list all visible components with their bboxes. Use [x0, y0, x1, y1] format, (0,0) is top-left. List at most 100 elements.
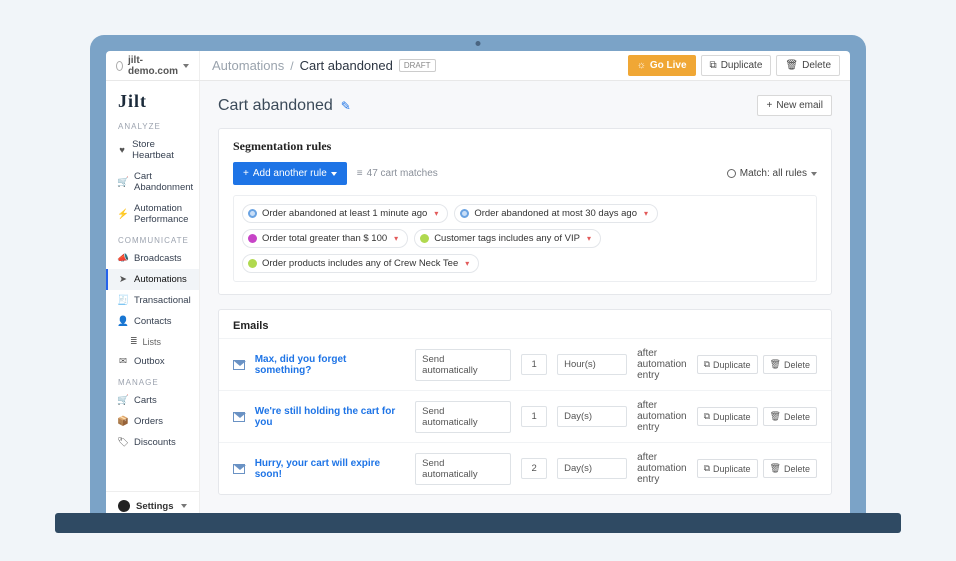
chevron-down-icon: ▾ [644, 209, 648, 218]
duplicate-button[interactable]: ⧉Duplicate [697, 459, 758, 478]
sidebar-section-communicate: COMMUNICATE [106, 230, 199, 248]
delay-unit-select[interactable]: Day(s) [557, 458, 627, 479]
copy-icon: ⧉ [704, 411, 710, 422]
segmentation-card: Segmentation rules + Add another rule ≡ [218, 128, 832, 295]
match-mode-select[interactable]: Match: all rules [727, 168, 817, 179]
delay-unit-select[interactable]: Hour(s) [557, 354, 627, 375]
delay-qty-select[interactable]: 1 [521, 406, 547, 427]
heartbeat-icon: ♥ [118, 145, 126, 155]
sidebar-item-cart-abandonment[interactable]: 🛒 Cart Abandonment [106, 166, 199, 198]
send-mode-select[interactable]: Send automatically [415, 453, 511, 485]
rule-chip[interactable]: Customer tags includes any of VIP ▾ [414, 229, 601, 248]
sidebar-item-carts[interactable]: 🛒 Carts [106, 390, 199, 411]
email-row: Max, did you forget something? Send auto… [219, 338, 831, 390]
sidebar-item-broadcasts[interactable]: 📣 Broadcasts [106, 248, 199, 269]
segmentation-header: Segmentation rules [219, 129, 831, 162]
delay-unit-select[interactable]: Day(s) [557, 406, 627, 427]
delete-button[interactable]: 🗑Delete [763, 459, 817, 478]
cart-matches: ≡ 47 cart matches [357, 168, 438, 179]
trash-icon: 🗑 [785, 60, 798, 71]
sidebar-item-automations[interactable]: ➤ Automations [106, 269, 199, 290]
sidebar-item-store-heartbeat[interactable]: ♥ Store Heartbeat [106, 134, 199, 166]
trash-icon: 🗑 [770, 359, 781, 370]
status-badge: DRAFT [399, 59, 436, 72]
sidebar-item-outbox[interactable]: ✉ Outbox [106, 351, 199, 372]
copy-icon: ⧉ [704, 359, 710, 370]
sidebar-item-automation-performance[interactable]: ⚡ Automation Performance [106, 198, 199, 230]
go-live-button[interactable]: ☼ Go Live [628, 55, 696, 76]
row-actions: ⧉Duplicate 🗑Delete [697, 459, 817, 478]
sun-icon: ☼ [637, 60, 646, 71]
plus-icon: + [243, 168, 249, 179]
delay-qty-select[interactable]: 2 [521, 458, 547, 479]
device-base [55, 513, 901, 533]
page-title: Cart abandoned ✎ [218, 97, 351, 115]
filter-icon: ≡ [357, 168, 363, 179]
gear-icon [727, 169, 736, 178]
content: Cart abandoned ✎ + New email Segmentatio… [200, 81, 850, 520]
chevron-down-icon: ▾ [394, 234, 398, 243]
page-title-row: Cart abandoned ✎ + New email [218, 95, 832, 116]
sidebar-item-lists[interactable]: ≣ Lists [106, 332, 199, 351]
chevron-down-icon [331, 172, 337, 176]
rule-dot-icon [248, 259, 257, 268]
rule-dot-icon [420, 234, 429, 243]
email-row: We're still holding the cart for you Sen… [219, 390, 831, 442]
broadcast-icon: 📣 [118, 254, 128, 264]
emails-card: Emails Max, did you forget something? Se… [218, 309, 832, 495]
avatar [118, 500, 130, 512]
chevron-down-icon: ▾ [434, 209, 438, 218]
delete-button[interactable]: 🗑 Delete [776, 55, 840, 76]
after-text: after automation entry [637, 348, 686, 381]
envelope-icon [233, 412, 245, 422]
new-email-button[interactable]: + New email [757, 95, 832, 116]
main-flex: Jilt ANALYZE ♥ Store Heartbeat 🛒 Cart Ab… [106, 81, 850, 520]
receipt-icon: 🧾 [118, 296, 128, 306]
rule-chip[interactable]: Order products includes any of Crew Neck… [242, 254, 479, 273]
chevron-down-icon: ▾ [587, 234, 591, 243]
after-text: after automation entry [637, 452, 686, 485]
send-mode-select[interactable]: Send automatically [415, 401, 511, 433]
email-subject-link[interactable]: We're still holding the cart for you [255, 406, 405, 428]
breadcrumb-sep: / [290, 59, 293, 73]
row-actions: ⧉Duplicate 🗑Delete [697, 355, 817, 374]
duplicate-button[interactable]: ⧉ Duplicate [701, 55, 772, 76]
chevron-down-icon: ▾ [465, 259, 469, 268]
sidebar-item-orders[interactable]: 📦 Orders [106, 411, 199, 432]
sidebar-section-analyze: ANALYZE [106, 116, 199, 134]
user-icon: 👤 [118, 317, 128, 327]
chevron-down-icon [181, 504, 187, 508]
duplicate-button[interactable]: ⧉Duplicate [697, 355, 758, 374]
email-subject-link[interactable]: Max, did you forget something? [255, 354, 405, 376]
rule-chip[interactable]: Order abandoned at most 30 days ago ▾ [454, 204, 658, 223]
send-icon: ➤ [118, 275, 128, 285]
rule-chip[interactable]: Order abandoned at least 1 minute ago ▾ [242, 204, 448, 223]
delete-button[interactable]: 🗑Delete [763, 355, 817, 374]
sidebar-item-contacts[interactable]: 👤 Contacts [106, 311, 199, 332]
duplicate-button[interactable]: ⧉Duplicate [697, 407, 758, 426]
topbar: jilt-demo.com Automations / Cart abandon… [106, 51, 850, 81]
emails-header: Emails [219, 310, 831, 338]
cart-icon: 🛒 [118, 396, 128, 406]
sidebar-section-manage: MANAGE [106, 372, 199, 390]
trash-icon: 🗑 [770, 463, 781, 474]
logo: Jilt [106, 81, 199, 116]
rule-chip[interactable]: Order total greater than $ 100 ▾ [242, 229, 408, 248]
add-rule-button[interactable]: + Add another rule [233, 162, 347, 185]
cart-icon: 🛒 [118, 177, 128, 187]
copy-icon: ⧉ [704, 463, 710, 474]
sidebar-item-transactional[interactable]: 🧾 Transactional [106, 290, 199, 311]
sidebar: Jilt ANALYZE ♥ Store Heartbeat 🛒 Cart Ab… [106, 81, 200, 520]
delete-button[interactable]: 🗑Delete [763, 407, 817, 426]
copy-icon: ⧉ [710, 60, 717, 71]
edit-icon[interactable]: ✎ [341, 99, 351, 113]
sidebar-item-discounts[interactable]: 🏷 Discounts [106, 432, 199, 453]
rules-box: Order abandoned at least 1 minute ago ▾ … [233, 195, 817, 282]
email-row: Hurry, your cart will expire soon! Send … [219, 442, 831, 494]
delay-qty-select[interactable]: 1 [521, 354, 547, 375]
send-mode-select[interactable]: Send automatically [415, 349, 511, 381]
email-subject-link[interactable]: Hurry, your cart will expire soon! [255, 458, 405, 480]
domain-switcher[interactable]: jilt-demo.com [106, 51, 200, 80]
breadcrumb-root[interactable]: Automations [212, 58, 284, 73]
globe-icon [116, 61, 123, 71]
